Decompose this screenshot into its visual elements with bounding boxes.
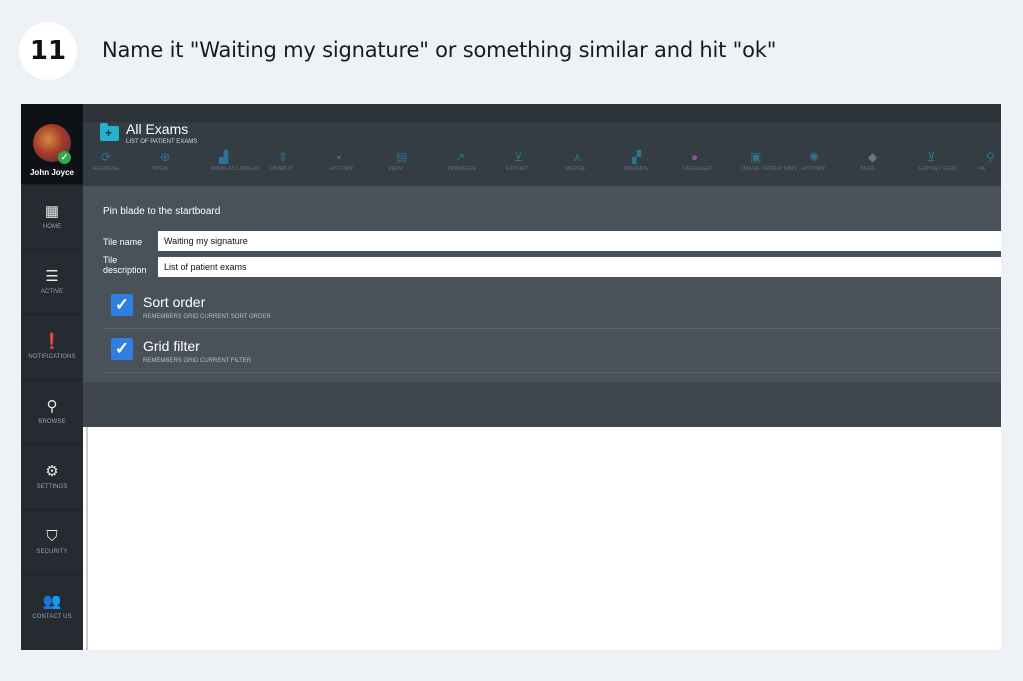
sidebar-item-notifications[interactable]: ❗ NOTIFICATIONS bbox=[21, 314, 83, 379]
tile-name-label: Tile name bbox=[103, 237, 143, 247]
history-icon: ▪ bbox=[337, 150, 342, 164]
toolbar-mark-unread-button[interactable]: ▟ MARK AS UNREAD bbox=[211, 150, 270, 173]
toolbar-export-grid-button[interactable]: ⊻ EXPORT GRID bbox=[919, 150, 978, 173]
sidebar-item-contact-us[interactable]: 👥 CONTACT US bbox=[21, 574, 83, 639]
toolbar-label: MERGE bbox=[565, 166, 586, 172]
toolbar-export-button[interactable]: ⊻ EXPORT bbox=[506, 150, 565, 173]
toolbar-label: ORDERS bbox=[624, 166, 648, 172]
toolbar-label: TAGS bbox=[860, 166, 875, 172]
option-subtitle: REMEMBERS GRID CURRENT SORT ORDER bbox=[143, 314, 271, 320]
page-title: All Exams bbox=[126, 121, 189, 137]
toolbar-label: MARK AS UNREAD bbox=[211, 166, 261, 172]
sidebar-item-security[interactable]: ⛉ SECURITY bbox=[21, 509, 83, 574]
toolbar-image-operations-button[interactable]: ▣ IMAGE OPERATIONS bbox=[742, 150, 801, 173]
sidebar-item-home[interactable]: ▦ HOME bbox=[21, 184, 83, 249]
option-title: Grid filter bbox=[143, 338, 200, 354]
toolbar-label: HISTORY bbox=[801, 166, 826, 172]
sidebar-item-active[interactable]: ☰ ACTIVE bbox=[21, 249, 83, 314]
toolbar-orders-button[interactable]: ▞ ORDERS bbox=[624, 150, 683, 173]
refresh-icon: ⟳ bbox=[101, 150, 112, 164]
toolbar-open-button[interactable]: ⊕ OPEN bbox=[152, 150, 211, 173]
open-icon: ⊕ bbox=[160, 150, 171, 164]
tile-name-input[interactable] bbox=[158, 231, 1001, 251]
header-strip bbox=[83, 104, 1001, 122]
step-number: 11 bbox=[29, 36, 67, 66]
search-icon: ⚲ bbox=[46, 398, 58, 415]
sidebar-item-settings[interactable]: ⚙ SETTINGS bbox=[21, 444, 83, 509]
toolbar-label: HIGHLIGHT bbox=[683, 166, 713, 172]
option-subtitle: REMEMBERS GRID CURRENT FILTER bbox=[143, 358, 252, 364]
toolbar-merge-button[interactable]: ⋏ MERGE bbox=[565, 150, 624, 173]
list-icon: ☰ bbox=[45, 268, 59, 285]
app-screenshot: ✓ John Joyce ▦ HOME ☰ ACTIVE ❗ NOTIFICAT… bbox=[21, 104, 1001, 650]
sidebar-item-label: SETTINGS bbox=[36, 484, 68, 490]
user-block[interactable]: ✓ John Joyce bbox=[21, 104, 83, 184]
tile-description-label: Tile description bbox=[103, 255, 147, 275]
toolbar-label: UNSPLIT bbox=[270, 166, 294, 172]
step-number-badge: 11 bbox=[19, 22, 77, 80]
toolbar-highlight-button[interactable]: ● HIGHLIGHT bbox=[683, 150, 742, 173]
grid-filter-checkbox[interactable]: ✓ bbox=[111, 338, 133, 360]
mark-unread-icon: ▟ bbox=[219, 150, 229, 164]
toolbar-view-button[interactable]: ▤ VIEW bbox=[388, 150, 447, 173]
tile-description-input[interactable] bbox=[158, 257, 1001, 277]
view-icon: ▤ bbox=[396, 150, 408, 164]
merge-icon: ⋏ bbox=[573, 150, 582, 164]
toolbar-history-2-button[interactable]: ✺ HISTORY bbox=[801, 150, 860, 173]
transfer-icon: ↗ bbox=[455, 150, 466, 164]
sidebar-item-label: ACTIVE bbox=[40, 289, 64, 295]
sidebar-item-browse[interactable]: ⚲ BROWSE bbox=[21, 379, 83, 444]
toolbar-label: EXPORT bbox=[506, 166, 529, 172]
export-icon: ⊻ bbox=[514, 150, 523, 164]
sidebar: ✓ John Joyce ▦ HOME ☰ ACTIVE ❗ NOTIFICAT… bbox=[21, 104, 83, 650]
option-title: Sort order bbox=[143, 294, 206, 310]
toolbar-label: EXPORT GRID bbox=[919, 166, 957, 172]
highlight-icon: ● bbox=[691, 150, 699, 164]
toolbar-unsplit-button[interactable]: ⇕ UNSPLIT bbox=[270, 150, 329, 173]
people-icon: 👥 bbox=[42, 593, 62, 610]
sort-order-checkbox[interactable]: ✓ bbox=[111, 294, 133, 316]
history-icon: ✺ bbox=[809, 150, 820, 164]
toolbar-refresh-button[interactable]: ⟳ REFRESH bbox=[93, 150, 152, 173]
blade-header: + All Exams LIST OF PATIENT EXAMS ⟳ REFRE… bbox=[83, 104, 1001, 186]
unsplit-icon: ⇕ bbox=[278, 150, 289, 164]
page-subtitle: LIST OF PATIENT EXAMS bbox=[126, 139, 198, 145]
toolbar-pa-button[interactable]: ⚲ PA bbox=[978, 150, 1001, 173]
grid-filter-option[interactable]: ✓ Grid filter REMEMBERS GRID CURRENT FIL… bbox=[103, 330, 1001, 373]
toolbar-label: HISTORY bbox=[329, 166, 354, 172]
home-grid-icon: ▦ bbox=[44, 203, 60, 220]
alert-icon: ❗ bbox=[42, 333, 62, 350]
toolbar-label: OPEN bbox=[152, 166, 168, 172]
sidebar-item-label: NOTIFICATIONS bbox=[28, 354, 76, 360]
person-icon: ⚲ bbox=[986, 150, 995, 164]
toolbar-history-button[interactable]: ▪ HISTORY bbox=[329, 150, 388, 173]
toolbar-transfer-button[interactable]: ↗ TRANSFER bbox=[447, 150, 506, 173]
gear-icon: ⚙ bbox=[45, 463, 59, 480]
sidebar-item-label: CONTACT US bbox=[32, 614, 72, 620]
folder-add-icon: + bbox=[100, 123, 119, 141]
sidebar-item-label: BROWSE bbox=[38, 419, 66, 425]
panel-footer bbox=[83, 382, 1001, 427]
sidebar-item-label: HOME bbox=[42, 224, 62, 230]
export-grid-icon: ⊻ bbox=[927, 150, 936, 164]
step-instruction: Name it "Waiting my signature" or someth… bbox=[102, 38, 777, 62]
sidebar-item-label: SECURITY bbox=[36, 549, 68, 555]
toolbar-label: TRANSFER bbox=[447, 166, 477, 172]
tags-icon: ◆ bbox=[868, 150, 878, 164]
orders-icon: ▞ bbox=[632, 150, 642, 164]
image-operations-icon: ▣ bbox=[750, 150, 762, 164]
user-name: John Joyce bbox=[29, 168, 74, 177]
sort-order-option[interactable]: ✓ Sort order REMEMBERS GRID CURRENT SORT… bbox=[103, 286, 1001, 329]
toolbar-label: VIEW bbox=[388, 166, 403, 172]
toolbar-label: PA bbox=[978, 166, 985, 172]
toolbar-label: REFRESH bbox=[93, 166, 120, 172]
shield-icon: ⛉ bbox=[46, 528, 58, 545]
toolbar: ⟳ REFRESH ⊕ OPEN ▟ MARK AS UNREAD ⇕ UNSPLIT … bbox=[93, 150, 1001, 173]
online-check-icon: ✓ bbox=[58, 151, 71, 164]
toolbar-label: IMAGE OPERATIONS bbox=[742, 166, 797, 172]
toolbar-tags-button[interactable]: ◆ TAGS bbox=[860, 150, 919, 173]
panel-title: Pin blade to the startboard bbox=[103, 206, 221, 217]
